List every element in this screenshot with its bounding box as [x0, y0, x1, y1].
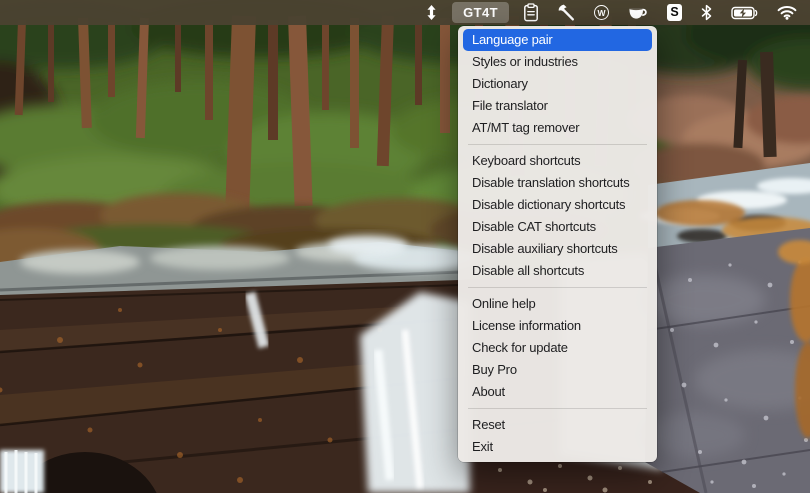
menu-item-license-information[interactable]: License information	[463, 315, 652, 337]
menu-item-reset[interactable]: Reset	[463, 414, 652, 436]
menubar: GT4T W S	[0, 0, 810, 25]
gt4t-label: GT4T	[463, 5, 498, 20]
menu-item-keyboard-shortcuts[interactable]: Keyboard shortcuts	[463, 150, 652, 172]
wifi-icon	[777, 5, 797, 20]
w-circle-icon: W	[594, 5, 609, 20]
coffee-cup-icon	[627, 5, 649, 20]
menubar-item-battery[interactable]	[722, 0, 768, 25]
menu-item-check-for-update[interactable]: Check for update	[463, 337, 652, 359]
menu-item-exit[interactable]: Exit	[463, 436, 652, 458]
menu-item-dictionary[interactable]: Dictionary	[463, 73, 652, 95]
battery-charging-icon	[731, 6, 759, 20]
menu-item-disable-dictionary-shortcuts[interactable]: Disable dictionary shortcuts	[463, 194, 652, 216]
desktop: { "menubar": { "background_color": "#4a4…	[0, 0, 810, 493]
bluetooth-icon	[700, 4, 713, 21]
gt4t-menu: Language pair Styles or industries Dicti…	[458, 26, 657, 462]
menu-item-disable-all-shortcuts[interactable]: Disable all shortcuts	[463, 260, 652, 282]
wallpaper-image	[0, 0, 810, 493]
menubar-item-bluetooth[interactable]	[691, 0, 722, 25]
hammer-icon	[557, 3, 576, 22]
menubar-item-clipboard[interactable]	[514, 0, 548, 25]
menu-item-disable-cat-shortcuts[interactable]: Disable CAT shortcuts	[463, 216, 652, 238]
menubar-item-gt4t[interactable]: GT4T	[452, 2, 509, 23]
menu-item-online-help[interactable]: Online help	[463, 293, 652, 315]
menu-item-about[interactable]: About	[463, 381, 652, 403]
menubar-item-hammer[interactable]	[548, 0, 585, 25]
menu-item-language-pair[interactable]: Language pair	[463, 29, 652, 51]
menu-item-at-mt-tag-remover[interactable]: AT/MT tag remover	[463, 117, 652, 139]
clipboard-icon	[523, 3, 539, 22]
menu-item-buy-pro[interactable]: Buy Pro	[463, 359, 652, 381]
menu-item-disable-translation-shortcuts[interactable]: Disable translation shortcuts	[463, 172, 652, 194]
grey-slab	[645, 228, 810, 493]
menubar-item-wifi[interactable]	[768, 0, 799, 25]
menu-item-disable-auxiliary-shortcuts[interactable]: Disable auxiliary shortcuts	[463, 238, 652, 260]
s-app-icon: S	[667, 4, 682, 21]
menu-item-styles-or-industries[interactable]: Styles or industries	[463, 51, 652, 73]
menu-separator	[468, 287, 647, 288]
menu-separator	[468, 408, 647, 409]
menu-item-file-translator[interactable]: File translator	[463, 95, 652, 117]
updown-arrow-icon	[425, 4, 438, 21]
menubar-item-w-app[interactable]: W	[585, 0, 618, 25]
menubar-item-s-app[interactable]: S	[658, 0, 691, 25]
menubar-item-updown-arrow[interactable]	[416, 0, 447, 25]
menu-separator	[468, 144, 647, 145]
menubar-item-coffee[interactable]	[618, 0, 658, 25]
s-app-letter: S	[670, 6, 678, 19]
w-circle-letter: W	[597, 8, 605, 18]
